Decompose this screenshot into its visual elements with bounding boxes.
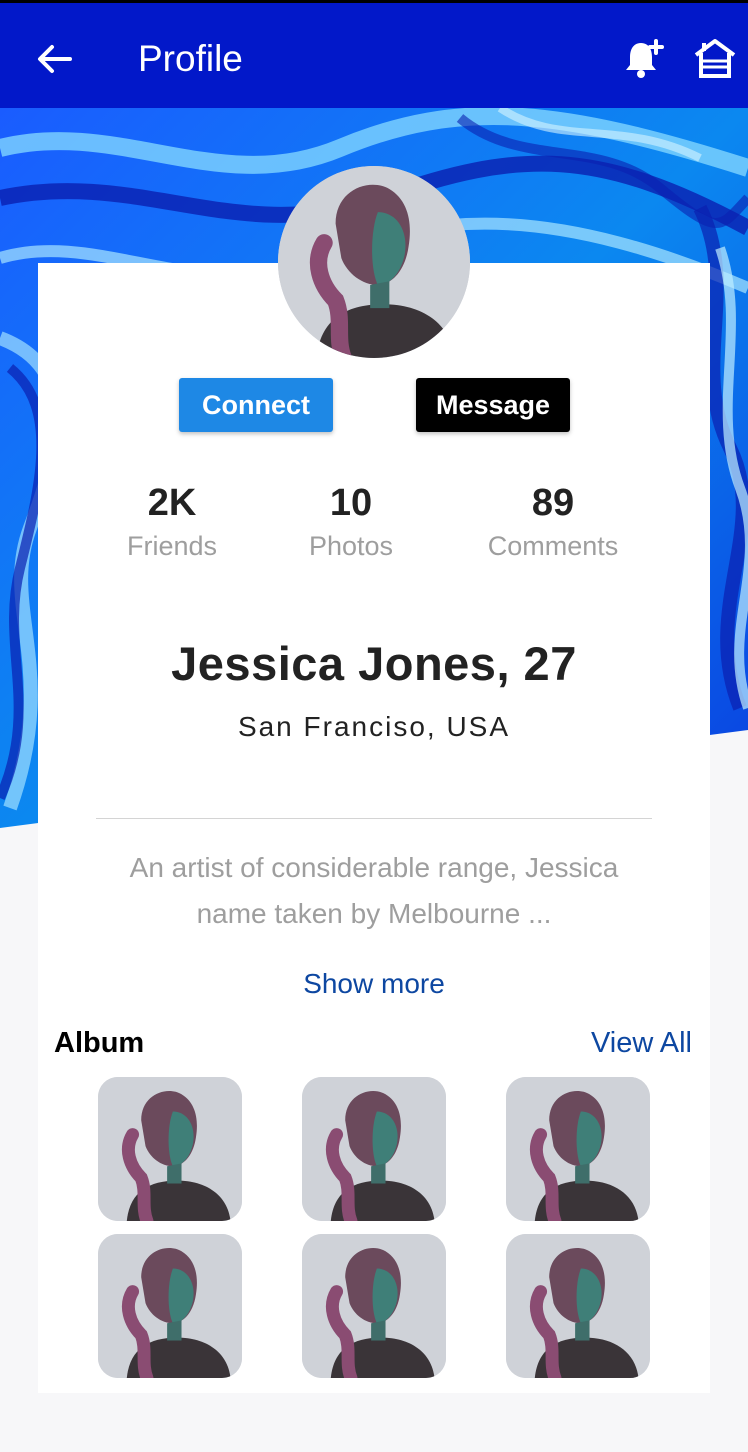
- album-photo[interactable]: [302, 1234, 446, 1378]
- page-title: Profile: [138, 38, 243, 79]
- profile-photo: [302, 1077, 446, 1221]
- stat-photos: 10 Photos: [290, 480, 412, 566]
- profile-photo: [98, 1077, 242, 1221]
- stat-photos-value: 10: [329, 482, 373, 524]
- stat-friends-value: 2K: [147, 482, 197, 524]
- stat-friends-label: Friends: [126, 531, 218, 561]
- app-bar: Profile: [0, 0, 748, 108]
- bell-plus-icon[interactable]: [622, 37, 666, 81]
- divider: [96, 818, 652, 819]
- avatar: [278, 166, 470, 358]
- album-photo[interactable]: [98, 1077, 242, 1221]
- stat-photos-label: Photos: [308, 531, 394, 561]
- album-photo[interactable]: [302, 1077, 446, 1221]
- stat-comments: 89 Comments: [470, 480, 636, 566]
- album-photo[interactable]: [506, 1077, 650, 1221]
- connect-button[interactable]: Connect: [179, 378, 333, 432]
- home-icon[interactable]: [692, 35, 738, 81]
- album-photo[interactable]: [98, 1234, 242, 1378]
- profile-name: Jessica Jones, 27: [171, 637, 577, 690]
- album-title: Album: [54, 1027, 145, 1059]
- message-button[interactable]: Message: [416, 378, 570, 432]
- stat-comments-label: Comments: [487, 531, 619, 561]
- view-all-link[interactable]: View All: [591, 1027, 692, 1060]
- profile-card: [38, 263, 710, 1393]
- profile-bio: An artist of considerable range, Jessica…: [129, 852, 619, 929]
- stat-comments-value: 89: [531, 482, 575, 524]
- album-photo[interactable]: [506, 1234, 650, 1378]
- profile-photo: [506, 1234, 650, 1378]
- show-more-link[interactable]: Show more: [38, 968, 710, 1000]
- profile-photo: [278, 166, 470, 358]
- profile-photo: [302, 1234, 446, 1378]
- profile-photo: [506, 1077, 650, 1221]
- arrow-back-icon[interactable]: [34, 39, 74, 79]
- stat-friends: 2K Friends: [106, 480, 238, 566]
- profile-photo: [98, 1234, 242, 1378]
- profile-location: San Franciso, USA: [237, 711, 511, 742]
